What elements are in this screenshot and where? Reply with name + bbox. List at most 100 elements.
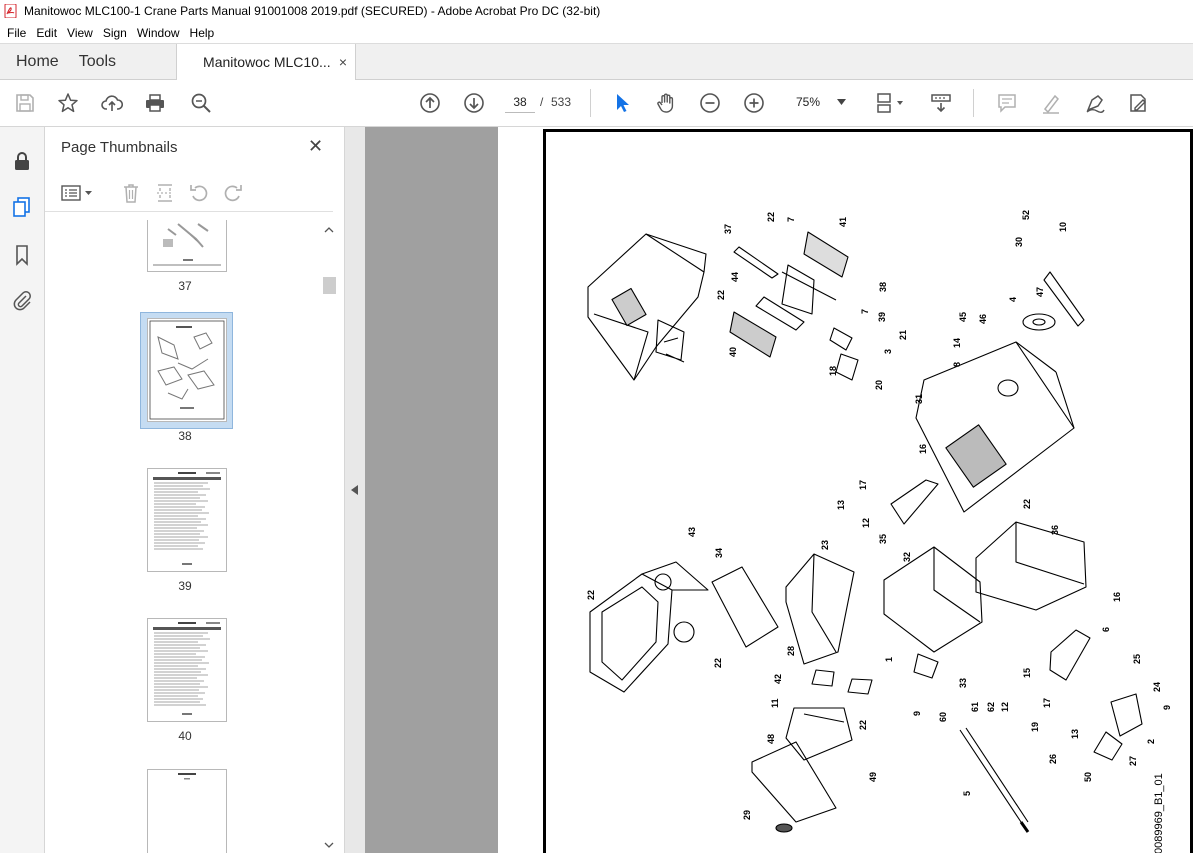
close-tab-icon[interactable]: × (339, 54, 347, 70)
zoom-out-icon[interactable] (698, 91, 722, 115)
page-thumbnail[interactable] (147, 220, 227, 272)
page-thumbnail[interactable] (147, 769, 227, 853)
callout-label: 22 (858, 720, 868, 730)
thumbnail-list: 37 38 39 40 (45, 220, 321, 853)
callout-label: 23 (820, 540, 830, 550)
draw-pen-icon[interactable] (1083, 91, 1107, 115)
close-panel-icon[interactable]: ✕ (308, 136, 323, 157)
page-separator: / (540, 95, 544, 109)
callout-label: 49 (868, 772, 878, 782)
page-thumbnail-selected[interactable] (147, 318, 227, 422)
callout-label: 17 (858, 480, 868, 490)
callout-label: 62 (986, 702, 996, 712)
acrobat-pdf-icon (4, 4, 17, 18)
next-page-icon[interactable] (462, 91, 486, 115)
callout-label: 22 (586, 590, 596, 600)
page-thumbnails-icon[interactable] (10, 195, 34, 219)
callout-label: 60 (938, 712, 948, 722)
callout-label: 43 (687, 527, 697, 537)
star-icon[interactable] (56, 91, 80, 115)
window-title: Manitowoc MLC100-1 Crane Parts Manual 91… (24, 4, 601, 18)
callout-label: 48 (766, 734, 776, 744)
page-thumbnail[interactable] (147, 618, 227, 722)
callout-label: 61 (970, 702, 980, 712)
page-number-input[interactable] (505, 91, 535, 113)
callout-label: 25 (1132, 654, 1142, 664)
callout-label: 34 (714, 548, 724, 558)
menu-sign[interactable]: Sign (98, 26, 132, 40)
scroll-down-arrow-icon[interactable] (321, 839, 337, 851)
comment-icon[interactable] (995, 91, 1019, 115)
tab-tools[interactable]: Tools (75, 44, 132, 79)
zoom-search-icon[interactable] (189, 91, 213, 115)
callout-label: 41 (838, 217, 848, 227)
upload-cloud-icon[interactable] (100, 91, 124, 115)
zoom-in-icon[interactable] (742, 91, 766, 115)
title-bar: Manitowoc MLC100-1 Crane Parts Manual 91… (0, 0, 1193, 22)
hand-tool-icon[interactable] (654, 91, 678, 115)
highlight-pen-icon[interactable] (1039, 91, 1063, 115)
menu-view[interactable]: View (62, 26, 98, 40)
page-display-icon[interactable] (874, 91, 910, 115)
page-thumbnail[interactable] (147, 468, 227, 572)
left-navigation-rail (0, 127, 45, 853)
zoom-level-dropdown[interactable]: 75% (786, 91, 850, 113)
callout-label: 36 (1050, 525, 1060, 535)
callout-label: 40 (728, 347, 738, 357)
callout-label: 22 (713, 658, 723, 668)
callout-label: 28 (786, 646, 796, 656)
callout-label: 7 (860, 309, 870, 314)
callout-label: 46 (978, 314, 988, 324)
bookmark-icon[interactable] (10, 243, 34, 267)
callout-label: 45 (958, 312, 968, 322)
thumbnail-options-icon[interactable] (59, 181, 97, 205)
thumbnail-page-number: 37 (178, 279, 192, 293)
toolbar-divider (973, 89, 974, 117)
tab-document[interactable]: Manitowoc MLC10... × (176, 44, 357, 80)
delete-page-icon[interactable] (119, 181, 143, 205)
fill-sign-icon[interactable] (1126, 91, 1150, 115)
callout-label: 50 (1083, 772, 1093, 782)
zoom-level-value: 75% (796, 95, 821, 109)
collapse-panel-handle[interactable] (345, 127, 365, 853)
callout-label: 12 (1000, 702, 1010, 712)
callout-label: 13 (836, 500, 846, 510)
callout-label: 39 (877, 312, 887, 322)
callout-label: 26 (1048, 754, 1058, 764)
select-cursor-icon[interactable] (610, 91, 634, 115)
callout-label: 35 (878, 534, 888, 544)
callout-label: 52 (1021, 210, 1031, 220)
callout-label: 33 (958, 678, 968, 688)
scroll-up-arrow-icon[interactable] (321, 224, 337, 236)
lock-icon[interactable] (10, 149, 34, 173)
pdf-page-view[interactable]: 37 22 7 41 52 10 30 4 47 44 38 22 7 39 2… (543, 129, 1193, 853)
thumbnail-scrollbar[interactable] (321, 220, 337, 853)
scroll-mode-icon[interactable] (929, 91, 953, 115)
callout-label: 4 (1008, 297, 1018, 302)
thumbnail-page-number: 40 (178, 729, 192, 743)
extract-pages-icon[interactable] (153, 181, 177, 205)
callout-label: 12 (861, 518, 871, 528)
menu-window[interactable]: Window (132, 26, 185, 40)
scrollbar-thumb[interactable] (323, 277, 336, 294)
callout-label: 38 (878, 282, 888, 292)
tab-home[interactable]: Home (0, 44, 75, 79)
previous-page-icon[interactable] (418, 91, 442, 115)
callout-label: 47 (1035, 287, 1045, 297)
menu-edit[interactable]: Edit (31, 26, 62, 40)
callout-label: 31 (914, 394, 924, 404)
total-pages: 533 (551, 95, 572, 109)
callout-label: 8 (952, 362, 962, 367)
callout-label: 1 (884, 657, 894, 662)
rotate-clockwise-icon[interactable] (221, 181, 245, 205)
save-icon[interactable] (13, 91, 37, 115)
menu-help[interactable]: Help (185, 26, 220, 40)
callout-label: 9 (1162, 705, 1172, 710)
exploded-parts-diagram: 37 22 7 41 52 10 30 4 47 44 38 22 7 39 2… (586, 210, 1172, 833)
callout-label: 15 (1022, 668, 1032, 678)
tab-document-label: Manitowoc MLC10... (203, 54, 331, 70)
rotate-counterclockwise-icon[interactable] (187, 181, 211, 205)
attachment-paperclip-icon[interactable] (10, 288, 34, 312)
menu-file[interactable]: File (2, 26, 31, 40)
print-icon[interactable] (143, 91, 167, 115)
